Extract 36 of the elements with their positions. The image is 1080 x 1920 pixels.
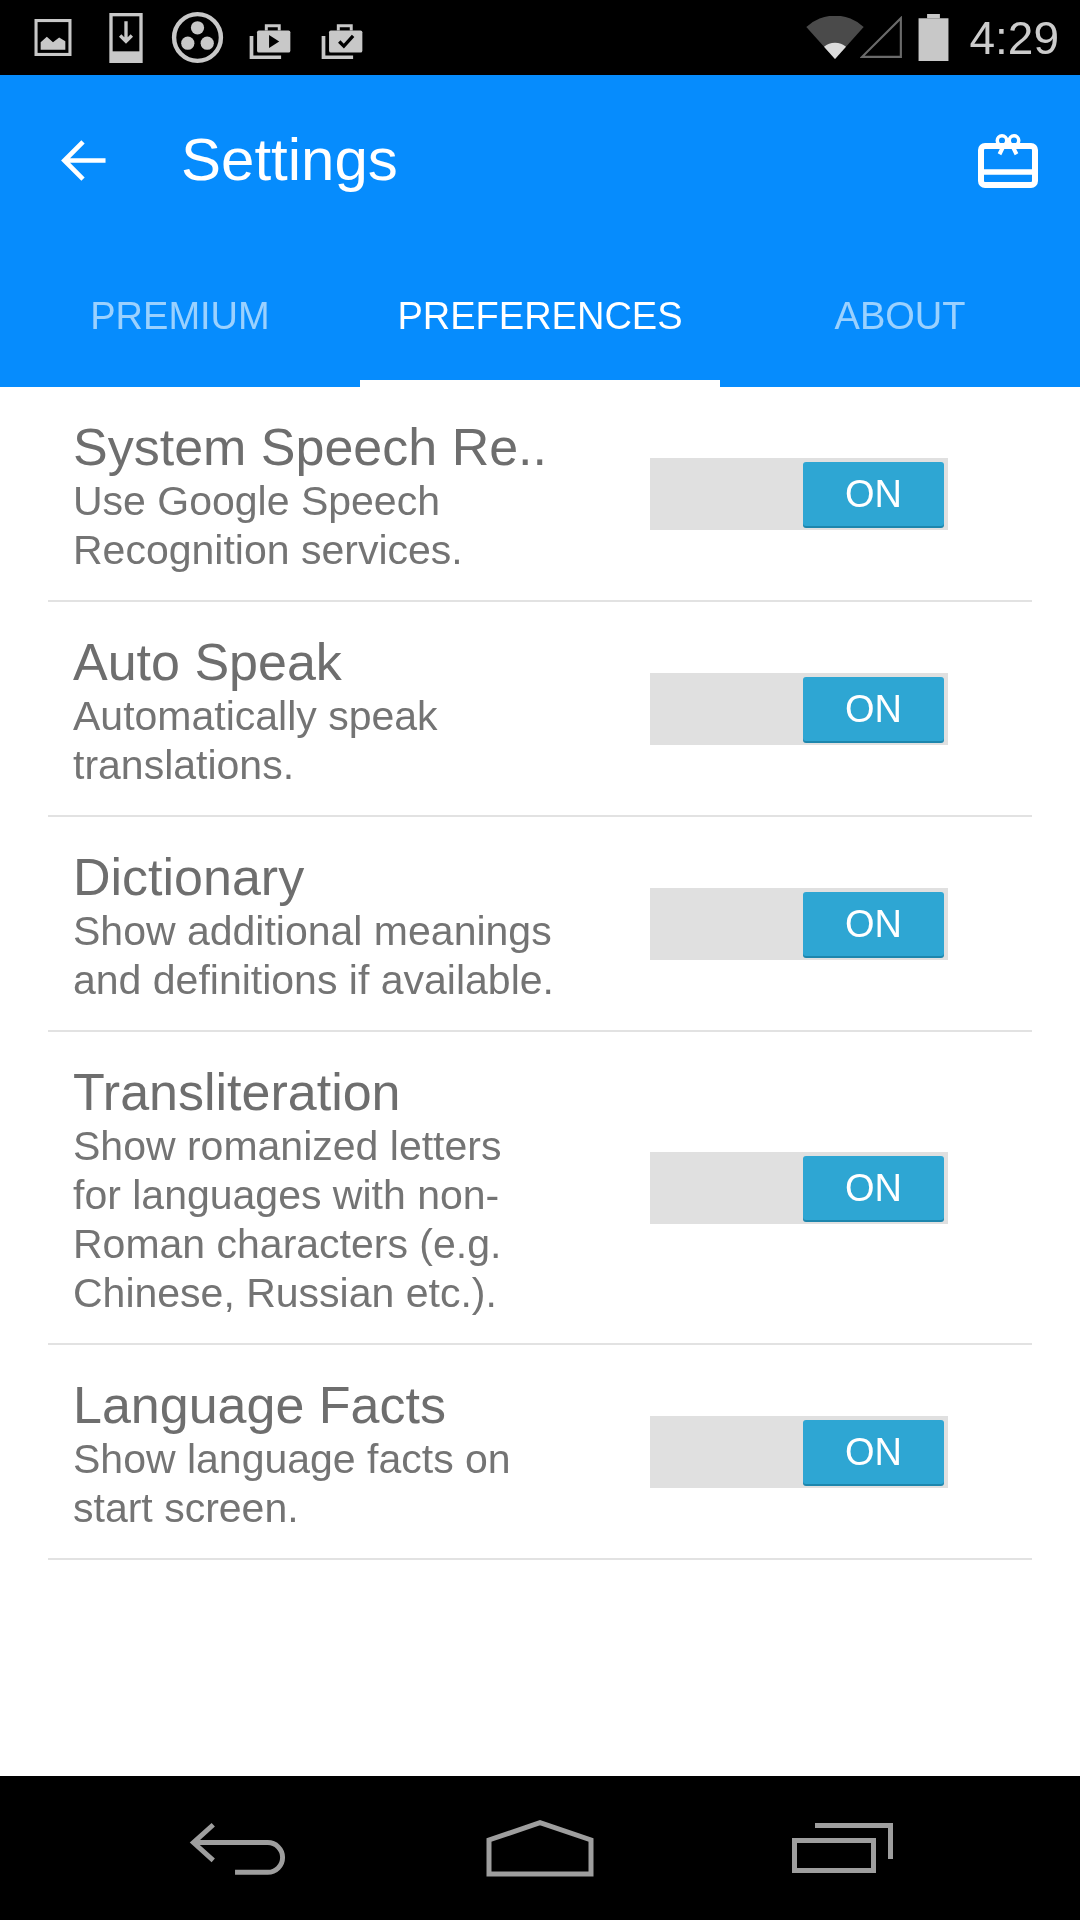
setting-title: Dictionary	[73, 847, 305, 907]
home-icon[interactable]	[486, 1819, 594, 1877]
setting-description: Show romanized letters for languages with non-Roman characters (e.g. Chinese, Russian etc.).	[73, 1122, 503, 1318]
setting-description: Automatically speak translations.	[73, 692, 439, 790]
setting-description: Show additional meanings and definitions if available.	[73, 907, 555, 1005]
setting-title: System Speech Re..	[73, 417, 547, 477]
reel-icon	[171, 11, 224, 64]
setting-title: Auto Speak	[73, 632, 342, 692]
gift-card-icon[interactable]	[978, 132, 1038, 188]
wifi-icon	[806, 16, 865, 59]
switch-thumb: ON	[803, 1155, 944, 1220]
screen-title: Settings	[181, 130, 398, 190]
toggle-switch[interactable]: ON	[650, 672, 948, 745]
battery-icon	[918, 14, 950, 61]
toggle-switch[interactable]: ON	[650, 457, 948, 530]
tab[interactable]: ABOUT	[720, 245, 1080, 387]
setting-description: Show language facts on start screen.	[73, 1435, 512, 1533]
recent-apps-icon[interactable]	[792, 1823, 893, 1873]
signal-icon	[860, 16, 904, 59]
setting-title: Transliteration	[73, 1062, 401, 1122]
image-icon	[34, 19, 72, 56]
tab[interactable]: PREMIUM	[0, 245, 360, 387]
briefcase-play-icon	[247, 23, 293, 60]
toggle-switch[interactable]: ON	[650, 1151, 948, 1224]
setting-description: Use Google Speech Recognition services.	[73, 477, 464, 575]
setting-title: Language Facts	[73, 1375, 446, 1435]
switch-thumb: ON	[803, 461, 944, 526]
download-icon	[109, 12, 143, 63]
switch-thumb: ON	[803, 676, 944, 741]
status-time: 4:29	[969, 14, 1059, 61]
switch-thumb: ON	[803, 1419, 944, 1484]
toggle-switch[interactable]: ON	[650, 1415, 948, 1488]
briefcase-check-icon	[319, 23, 365, 60]
switch-thumb: ON	[803, 891, 944, 956]
tab[interactable]: PREFERENCES	[360, 245, 720, 387]
toggle-switch[interactable]: ON	[650, 887, 948, 960]
